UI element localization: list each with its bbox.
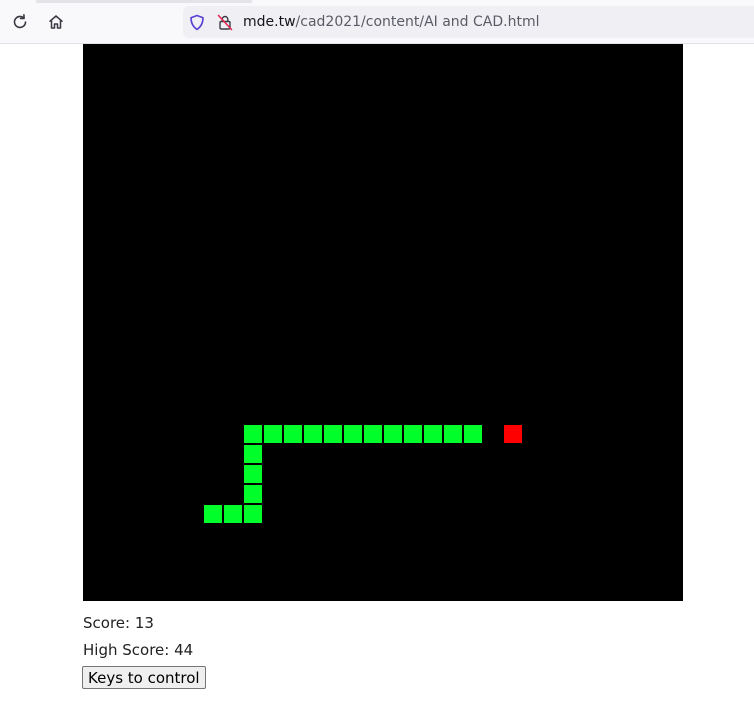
snake-segment	[404, 425, 422, 443]
snake-segment	[244, 425, 262, 443]
snake-segment	[324, 425, 342, 443]
snake-segment	[344, 425, 362, 443]
insecure-lock-icon[interactable]	[217, 14, 233, 31]
snake-segment	[464, 425, 482, 443]
snake-segment	[384, 425, 402, 443]
url-path: /cad2021/content/AI and CAD.html	[295, 14, 540, 30]
snake-segment	[244, 485, 262, 503]
snake-segment	[424, 425, 442, 443]
snake-segment	[244, 465, 262, 483]
tab-strip-edge	[36, 0, 252, 3]
snake-segment	[284, 425, 302, 443]
score-text: Score: 13	[83, 614, 154, 632]
url-text[interactable]: mde.tw/cad2021/content/AI and CAD.html	[243, 14, 540, 30]
high-score-text: High Score: 44	[83, 641, 194, 659]
home-button[interactable]	[46, 12, 66, 32]
keys-to-control-button[interactable]: Keys to control	[82, 666, 206, 689]
snake-segment	[204, 505, 222, 523]
snake-segment	[224, 505, 242, 523]
snake-segment	[244, 505, 262, 523]
snake-game-canvas[interactable]	[83, 44, 683, 601]
snake-segment	[264, 425, 282, 443]
food-pellet	[504, 425, 522, 443]
snake-segment	[444, 425, 462, 443]
reload-icon	[13, 14, 27, 29]
browser-toolbar: mde.tw/cad2021/content/AI and CAD.html	[0, 0, 754, 44]
home-icon	[49, 15, 63, 29]
tracking-protection-shield-icon[interactable]	[189, 14, 205, 31]
snake-segment	[304, 425, 322, 443]
snake-segment	[364, 425, 382, 443]
reload-button[interactable]	[10, 12, 30, 32]
address-bar[interactable]: mde.tw/cad2021/content/AI and CAD.html	[183, 6, 754, 38]
snake-segment	[244, 445, 262, 463]
url-host: mde.tw	[243, 14, 296, 30]
